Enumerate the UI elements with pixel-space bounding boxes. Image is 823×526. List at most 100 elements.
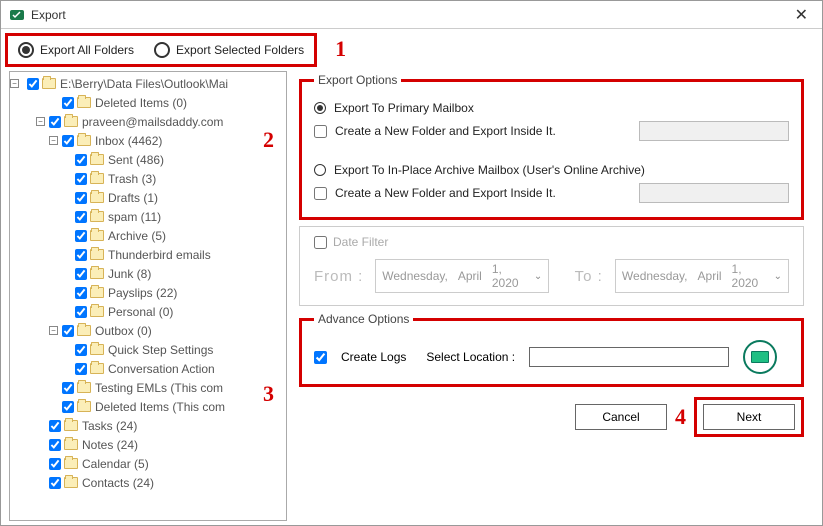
tree-item[interactable]: Notes (24)	[10, 435, 286, 454]
checkbox-create-folder-1[interactable]	[314, 125, 327, 138]
tree-checkbox[interactable]	[75, 211, 87, 223]
folder-icon	[90, 287, 104, 298]
tree-checkbox[interactable]	[75, 249, 87, 261]
radio-archive-mailbox[interactable]: Export To In-Place Archive Mailbox (User…	[314, 163, 789, 177]
tree-checkbox[interactable]	[75, 287, 87, 299]
titlebar: Export ✕	[1, 1, 822, 29]
tree-checkbox[interactable]	[75, 154, 87, 166]
tree-checkbox[interactable]	[75, 344, 87, 356]
checkbox-create-folder-2[interactable]	[314, 187, 327, 200]
tree-item[interactable]: Trash (3)	[10, 169, 286, 188]
export-scope-group: Export All Folders Export Selected Folde…	[5, 33, 317, 67]
tree-checkbox[interactable]	[27, 78, 39, 90]
tree-item[interactable]: Calendar (5)	[10, 454, 286, 473]
tree-label: Deleted Items (0)	[95, 96, 187, 110]
tree-item[interactable]: Testing EMLs (This com	[10, 378, 286, 397]
folder-icon	[90, 211, 104, 222]
tree-item[interactable]: Tasks (24)	[10, 416, 286, 435]
tree-item[interactable]: −E:\Berry\Data Files\Outlook\Mai	[10, 74, 286, 93]
tree-checkbox[interactable]	[49, 116, 61, 128]
tree-label: Inbox (4462)	[95, 134, 162, 148]
tree-item[interactable]: Contacts (24)	[10, 473, 286, 492]
export-options-legend: Export Options	[314, 73, 401, 87]
tree-label: Conversation Action	[108, 362, 215, 376]
tree-item[interactable]: Deleted Items (0)	[10, 93, 286, 112]
tree-checkbox[interactable]	[75, 306, 87, 318]
tree-label: Personal (0)	[108, 305, 173, 319]
tree-item[interactable]: Deleted Items (This com	[10, 397, 286, 416]
tree-item[interactable]: Thunderbird emails	[10, 245, 286, 264]
chevron-down-icon: ⌄	[774, 271, 782, 282]
tree-item[interactable]: Drafts (1)	[10, 188, 286, 207]
tree-item[interactable]: −Outbox (0)	[10, 321, 286, 340]
tree-item[interactable]: Quick Step Settings	[10, 340, 286, 359]
folder-name-input-2[interactable]	[639, 183, 789, 203]
tree-checkbox[interactable]	[49, 458, 61, 470]
collapse-icon[interactable]: −	[10, 79, 19, 88]
tree-checkbox[interactable]	[75, 268, 87, 280]
radio-dot-icon	[154, 42, 170, 58]
radio-export-all[interactable]: Export All Folders	[18, 42, 134, 58]
date-filter-label: Date Filter	[333, 235, 388, 249]
tree-item[interactable]: Archive (5)	[10, 226, 286, 245]
tree-item[interactable]: Conversation Action	[10, 359, 286, 378]
tree-checkbox[interactable]	[75, 192, 87, 204]
collapse-icon[interactable]: −	[36, 117, 45, 126]
tree-item[interactable]: spam (11)	[10, 207, 286, 226]
tree-checkbox[interactable]	[49, 439, 61, 451]
checkbox-date-filter[interactable]	[314, 236, 327, 249]
radio-label: Export To Primary Mailbox	[334, 101, 474, 115]
tree-checkbox[interactable]	[49, 420, 61, 432]
tree-checkbox[interactable]	[62, 382, 74, 394]
tree-label: Sent (486)	[108, 153, 164, 167]
tree-label: spam (11)	[108, 210, 161, 224]
radio-export-selected[interactable]: Export Selected Folders	[154, 42, 304, 58]
folder-icon	[90, 268, 104, 279]
tree-checkbox[interactable]	[62, 97, 74, 109]
tree-checkbox[interactable]	[75, 230, 87, 242]
tree-item[interactable]: Payslips (22)	[10, 283, 286, 302]
to-date-picker[interactable]: Wednesday, April 1, 2020 ⌄	[615, 259, 789, 293]
folder-icon	[90, 192, 104, 203]
tree-checkbox[interactable]	[62, 401, 74, 413]
tree-item[interactable]: − Inbox (4462)	[10, 131, 286, 150]
folder-name-input-1[interactable]	[639, 121, 789, 141]
close-icon[interactable]: ✕	[789, 5, 814, 25]
tree-item[interactable]: Sent (486)	[10, 150, 286, 169]
tree-checkbox[interactable]	[62, 325, 74, 337]
tree-label: Testing EMLs (This com	[95, 381, 223, 395]
tree-item[interactable]: Junk (8)	[10, 264, 286, 283]
folder-icon	[77, 325, 91, 336]
folder-tree[interactable]: −E:\Berry\Data Files\Outlook\Mai Deleted …	[9, 71, 287, 521]
radio-primary-mailbox[interactable]: Export To Primary Mailbox	[314, 101, 789, 115]
cancel-button[interactable]: Cancel	[575, 404, 667, 430]
collapse-icon[interactable]: −	[49, 326, 58, 335]
collapse-icon[interactable]: −	[49, 136, 58, 145]
folder-icon	[90, 363, 104, 374]
tree-checkbox[interactable]	[75, 363, 87, 375]
radio-label: Export Selected Folders	[176, 43, 304, 57]
tree-label: Drafts (1)	[108, 191, 158, 205]
app-icon	[9, 7, 25, 23]
tree-label: Notes (24)	[82, 438, 138, 452]
tree-checkbox[interactable]	[49, 477, 61, 489]
folder-icon	[77, 97, 91, 108]
folder-icon	[64, 420, 78, 431]
tree-checkbox[interactable]	[62, 135, 74, 147]
browse-location-button[interactable]	[743, 340, 777, 374]
folder-icon	[42, 78, 56, 89]
radio-dot-icon	[18, 42, 34, 58]
checkbox-create-logs[interactable]	[314, 351, 327, 364]
checkbox-label: Create a New Folder and Export Inside It…	[335, 124, 556, 138]
tree-item[interactable]: −praveen@mailsdaddy.com	[10, 112, 286, 131]
tree-checkbox[interactable]	[75, 173, 87, 185]
export-options-group: Export Options Export To Primary Mailbox…	[299, 73, 804, 220]
window-title: Export	[31, 8, 789, 22]
folder-icon	[64, 116, 78, 127]
next-button[interactable]: Next	[703, 404, 795, 430]
tree-item[interactable]: Personal (0)	[10, 302, 286, 321]
folder-icon	[64, 458, 78, 469]
folder-icon	[751, 351, 769, 363]
from-date-picker[interactable]: Wednesday, April 1, 2020 ⌄	[375, 259, 549, 293]
location-input[interactable]	[529, 347, 729, 367]
